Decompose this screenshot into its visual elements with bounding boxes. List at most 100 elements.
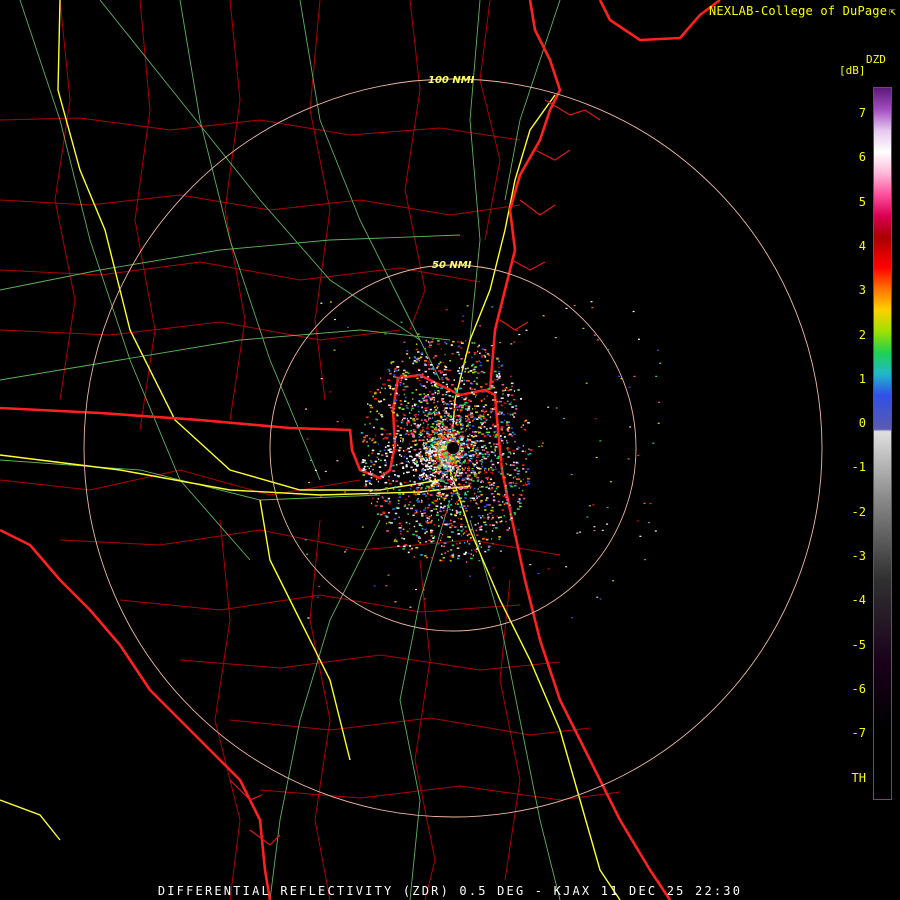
echo-gate (403, 369, 406, 372)
echo-gate (390, 522, 393, 524)
echo-gate (408, 471, 410, 473)
echo-gate (475, 411, 478, 413)
echo-gate (637, 454, 640, 457)
echo-gate (434, 549, 436, 551)
echo-gate (364, 485, 367, 488)
echo-gate (379, 377, 382, 380)
echo-gate (392, 470, 396, 472)
echo-gate (411, 547, 413, 550)
echo-gate (512, 449, 515, 452)
echo-gate (395, 480, 399, 483)
echo-gate (428, 470, 431, 473)
echo-gate (403, 393, 405, 396)
colorbar (873, 87, 892, 800)
echo-gate (472, 446, 475, 448)
echo-gate (448, 388, 451, 391)
echo-gate (445, 441, 448, 444)
echo-gate (474, 366, 477, 368)
echo-gate (470, 516, 473, 518)
echo-gate (529, 452, 532, 455)
echo-gate (310, 459, 312, 462)
credit-link[interactable]: NEXLAB-College of DuPage ⇱ (709, 4, 896, 18)
echo-gate (628, 386, 631, 388)
echo-gate (471, 468, 474, 470)
echo-gate (500, 472, 503, 475)
echo-gate (431, 393, 435, 395)
echo-gate (424, 532, 427, 534)
echo-gate (565, 307, 568, 309)
echo-gate (483, 349, 487, 351)
echo-gate (412, 398, 414, 400)
echo-gate (473, 549, 476, 551)
echo-gate (486, 353, 490, 355)
echo-gate (498, 373, 501, 375)
echo-gate (429, 476, 432, 479)
echo-gate (421, 419, 423, 421)
echo-gate (460, 397, 463, 399)
echo-gate (401, 537, 404, 540)
echo-gate (430, 529, 433, 532)
echo-gate (435, 443, 438, 445)
echo-gate (429, 344, 432, 347)
echo-gate (481, 391, 484, 393)
echo-gate (487, 516, 490, 519)
echo-gate (433, 450, 435, 453)
echo-gate (464, 459, 466, 462)
echo-gate (333, 349, 336, 351)
echo-gate (473, 487, 476, 490)
echo-gate (502, 458, 504, 460)
echo-gate (460, 530, 463, 532)
echo-gate (456, 547, 460, 549)
echo-gate (435, 468, 437, 470)
echo-gate (402, 417, 406, 420)
echo-gate (461, 477, 464, 480)
echo-gate (492, 482, 496, 484)
echo-gate (452, 431, 454, 433)
echo-gate (401, 377, 403, 379)
echo-gate (418, 436, 421, 438)
echo-gate (649, 502, 652, 505)
echo-gate (491, 463, 495, 466)
echo-gate (403, 428, 405, 430)
echo-gate (593, 334, 596, 336)
echo-gate (443, 545, 446, 548)
echo-gate (428, 515, 431, 518)
echo-gate (461, 425, 464, 427)
echo-gate (517, 389, 520, 391)
echo-gate (431, 423, 435, 425)
echo-gate (387, 379, 391, 381)
echo-gate (447, 432, 450, 435)
echo-gate (373, 585, 376, 587)
echo-gate (514, 476, 516, 478)
echo-gate (381, 433, 384, 436)
echo-gate (422, 463, 424, 466)
echo-gate (414, 468, 417, 471)
echo-gate (451, 353, 454, 355)
echo-gate (406, 417, 408, 420)
echo-gate (384, 387, 386, 390)
echo-gate (384, 515, 388, 517)
echo-gate (590, 301, 593, 303)
echo-gate (522, 478, 524, 480)
echo-gate (515, 408, 518, 410)
echo-gate (442, 533, 444, 536)
echo-gate (416, 536, 418, 538)
echo-gate (417, 489, 420, 492)
echo-gate (430, 443, 433, 446)
echo-gate (427, 361, 431, 363)
echo-gate (416, 377, 419, 380)
echo-gate (449, 526, 452, 529)
echo-gate (405, 521, 408, 524)
echo-gate (445, 451, 448, 454)
echo-gate (483, 354, 486, 356)
echo-gate (421, 499, 423, 502)
echo-gate (451, 462, 453, 464)
echo-gate (469, 433, 471, 436)
echo-gate (334, 318, 336, 321)
echo-gate (371, 483, 373, 485)
echo-gate (439, 510, 442, 513)
colorbar-tick: 3 (858, 283, 866, 298)
echo-gate (386, 522, 388, 525)
echo-gate (395, 392, 398, 395)
echo-gate (444, 431, 446, 434)
